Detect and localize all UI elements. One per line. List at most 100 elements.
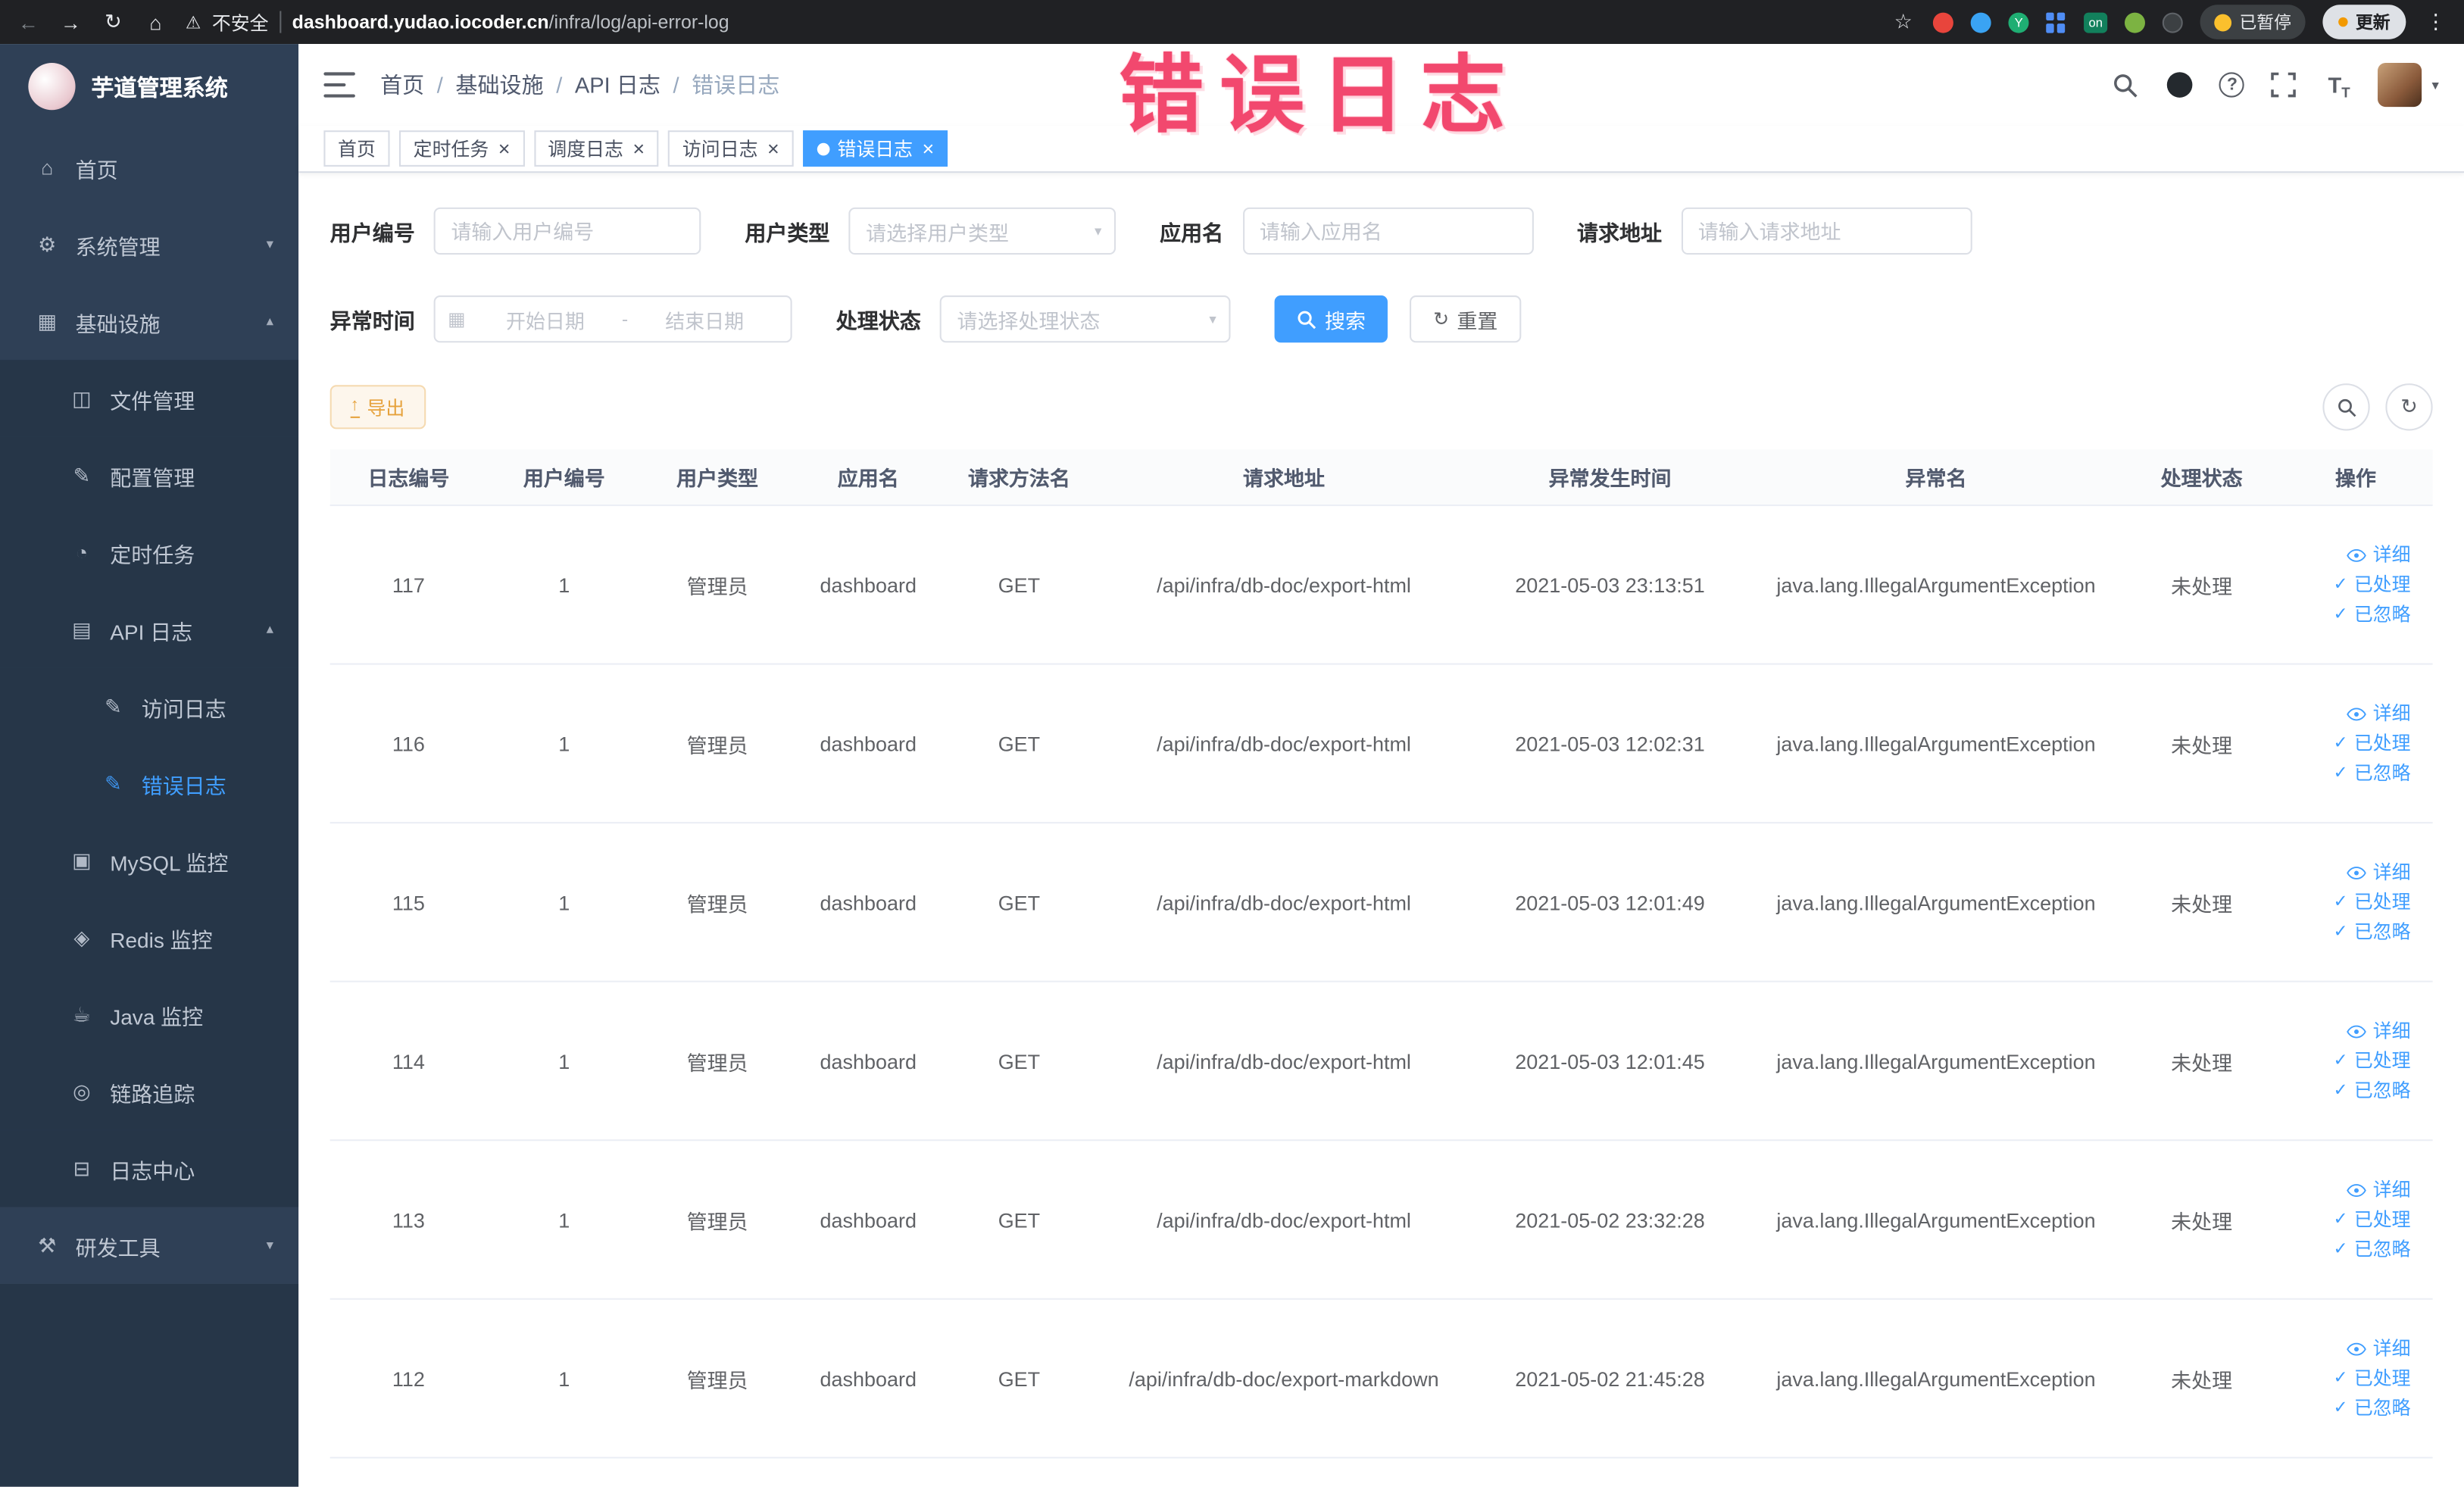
ignored-link[interactable]: ✓ 已忽略 (2333, 919, 2410, 945)
cell-exception: java.lang.IllegalArgumentException (1776, 573, 2096, 597)
check-icon: ✓ (2333, 1398, 2348, 1417)
refresh-button[interactable]: ↻ (2385, 383, 2433, 431)
request-url-input[interactable] (1680, 207, 1972, 255)
sidebar-item-error-log[interactable]: ✎ 错误日志 (0, 745, 299, 823)
app-name-input[interactable] (1242, 207, 1533, 255)
sidebar-item-home[interactable]: ⌂ 首页 (0, 129, 298, 206)
extension-icon-drop[interactable] (1970, 11, 1991, 33)
action-label: 已忽略 (2353, 602, 2411, 625)
breadcrumb-separator: / (673, 72, 679, 98)
processed-link[interactable]: ✓ 已处理 (2333, 1206, 2410, 1232)
close-icon[interactable]: × (923, 139, 935, 159)
update-dot-icon (2338, 17, 2348, 27)
processed-link[interactable]: ✓ 已处理 (2333, 730, 2410, 757)
tab-scheduled-tasks[interactable]: 定时任务 × (399, 130, 525, 167)
detail-link[interactable]: 详细 (2346, 700, 2411, 726)
toggle-search-button[interactable] (2322, 383, 2370, 431)
sidebar-item-label: 配置管理 (110, 466, 195, 490)
breadcrumb-item[interactable]: API 日志 (575, 69, 661, 100)
hamburger-icon[interactable] (323, 72, 355, 98)
cell-url: /api/infra/db-doc/export-html (1157, 573, 1411, 597)
github-icon[interactable] (2165, 69, 2196, 100)
search-button[interactable]: 搜索 (1274, 295, 1388, 343)
breadcrumb: 首页 / 基础设施 / API 日志 / 错误日志 (380, 69, 779, 100)
sidebar-item-api-logs[interactable]: ▤ API 日志 ▴ (0, 591, 299, 668)
processed-link[interactable]: ✓ 已处理 (2333, 889, 2410, 915)
sidebar-item-config-mgmt[interactable]: ✎ 配置管理 (0, 436, 299, 514)
cell-time: 2021-05-02 21:45:28 (1515, 1366, 1705, 1391)
cell-actions: 详细 ✓ 已处理 ✓ 已忽略 (2278, 1333, 2432, 1423)
ignored-link[interactable]: ✓ 已忽略 (2333, 760, 2410, 786)
extension-icon-red[interactable] (1933, 11, 1954, 33)
help-icon[interactable]: ? (2219, 72, 2245, 98)
close-icon[interactable]: × (767, 139, 779, 159)
detail-link[interactable]: 详细 (2346, 859, 2411, 886)
processed-link[interactable]: ✓ 已处理 (2333, 1048, 2410, 1074)
sidebar-item-label: 链路追踪 (110, 1082, 195, 1106)
sidebar-item-java-monitor[interactable]: ☕ Java 监控 (0, 976, 299, 1054)
redis-icon: ◈ (73, 924, 90, 949)
back-icon[interactable]: ← (16, 10, 41, 33)
detail-link[interactable]: 详细 (2346, 1017, 2411, 1044)
filter-label: 用户类型 (745, 221, 830, 245)
ignored-link[interactable]: ✓ 已忽略 (2333, 601, 2410, 628)
breadcrumb-item[interactable]: 错误日志 (692, 69, 779, 100)
home-nav-icon[interactable]: ⌂ (143, 10, 168, 33)
address-bar[interactable]: ⚠ 不安全 dashboard.yudao.iocoder.cn/infra/l… (186, 8, 1873, 35)
reload-icon[interactable]: ↻ (101, 9, 126, 34)
tab-home[interactable]: 首页 (323, 130, 390, 167)
breadcrumb-item[interactable]: 首页 (380, 69, 424, 100)
ignored-link[interactable]: ✓ 已忽略 (2333, 1236, 2410, 1263)
extension-icon-green[interactable]: Y (2008, 11, 2029, 33)
sidebar-item-system-mgmt[interactable]: ⚙ 系统管理 ▾ (0, 206, 298, 283)
fullscreen-icon[interactable] (2269, 69, 2300, 100)
tab-error-log[interactable]: 错误日志 × (802, 130, 948, 167)
detail-link[interactable]: 详细 (2346, 542, 2411, 568)
user-menu[interactable]: ▾ (2378, 62, 2439, 108)
sidebar-item-scheduled-tasks[interactable]: ◔ 定时任务 (0, 514, 299, 592)
close-icon[interactable]: × (498, 139, 511, 159)
more-menu-icon[interactable]: ⋮ (2423, 9, 2448, 34)
user-type-select[interactable]: 请选择用户类型 ▾ (848, 207, 1116, 255)
cell-status: 未处理 (2171, 1209, 2233, 1233)
infra-icon: ▦ (37, 308, 57, 333)
extension-icon-leaf[interactable] (2124, 11, 2145, 33)
user-id-input[interactable] (433, 207, 701, 255)
sidebar-item-redis-monitor[interactable]: ◈ Redis 监控 (0, 898, 299, 976)
extension-icon-pin[interactable] (2162, 11, 2183, 33)
extension-on-badge[interactable]: on (2084, 11, 2108, 33)
processed-link[interactable]: ✓ 已处理 (2333, 1365, 2410, 1392)
paused-badge[interactable]: 已暂停 (2200, 5, 2306, 39)
detail-link[interactable]: 详细 (2346, 1176, 2411, 1203)
tab-access-log[interactable]: 访问日志 × (668, 130, 794, 167)
bookmark-star-icon[interactable]: ☆ (1891, 9, 1916, 34)
exception-time-range[interactable]: ▦ 开始日期 - 结束日期 (433, 295, 792, 343)
ignored-link[interactable]: ✓ 已忽略 (2333, 1077, 2410, 1104)
sidebar-item-infrastructure[interactable]: ▦ 基础设施 ▴ (0, 283, 298, 360)
action-label: 已处理 (2353, 1207, 2411, 1230)
search-icon[interactable] (2110, 69, 2141, 100)
ignored-link[interactable]: ✓ 已忽略 (2333, 1395, 2410, 1421)
cell-status: 未处理 (2171, 733, 2233, 757)
sidebar-item-file-mgmt[interactable]: ◫ 文件管理 (0, 360, 299, 437)
cell-method: GET (998, 890, 1041, 914)
processed-link[interactable]: ✓ 已处理 (2333, 571, 2410, 598)
sidebar-item-access-log[interactable]: ✎ 访问日志 (0, 667, 299, 745)
process-status-select[interactable]: 请选择处理状态 ▾ (939, 295, 1231, 343)
sidebar-item-dev-tools[interactable]: ⚒ 研发工具 ▾ (0, 1207, 298, 1284)
tab-schedule-log[interactable]: 调度日志 × (533, 130, 659, 167)
cell-exception: java.lang.IllegalArgumentException (1776, 1366, 2096, 1391)
font-size-icon[interactable]: TT (2323, 69, 2354, 100)
detail-link[interactable]: 详细 (2346, 1335, 2411, 1361)
extensions-grid-icon[interactable] (2046, 11, 2066, 33)
cell-user-id: 1 (558, 573, 570, 597)
sidebar-item-log-center[interactable]: ⊟ 日志中心 (0, 1129, 299, 1207)
export-button[interactable]: ↑ 导出 (329, 385, 426, 430)
sidebar-item-mysql-monitor[interactable]: ▣ MySQL 监控 (0, 822, 299, 899)
update-button[interactable]: 更新 (2322, 5, 2406, 39)
sidebar-item-trace[interactable]: ◎ 链路追踪 (0, 1053, 299, 1130)
close-icon[interactable]: × (632, 139, 645, 159)
breadcrumb-item[interactable]: 基础设施 (455, 69, 543, 100)
forward-icon[interactable]: → (58, 10, 83, 33)
reset-button[interactable]: ↻ 重置 (1410, 295, 1522, 343)
